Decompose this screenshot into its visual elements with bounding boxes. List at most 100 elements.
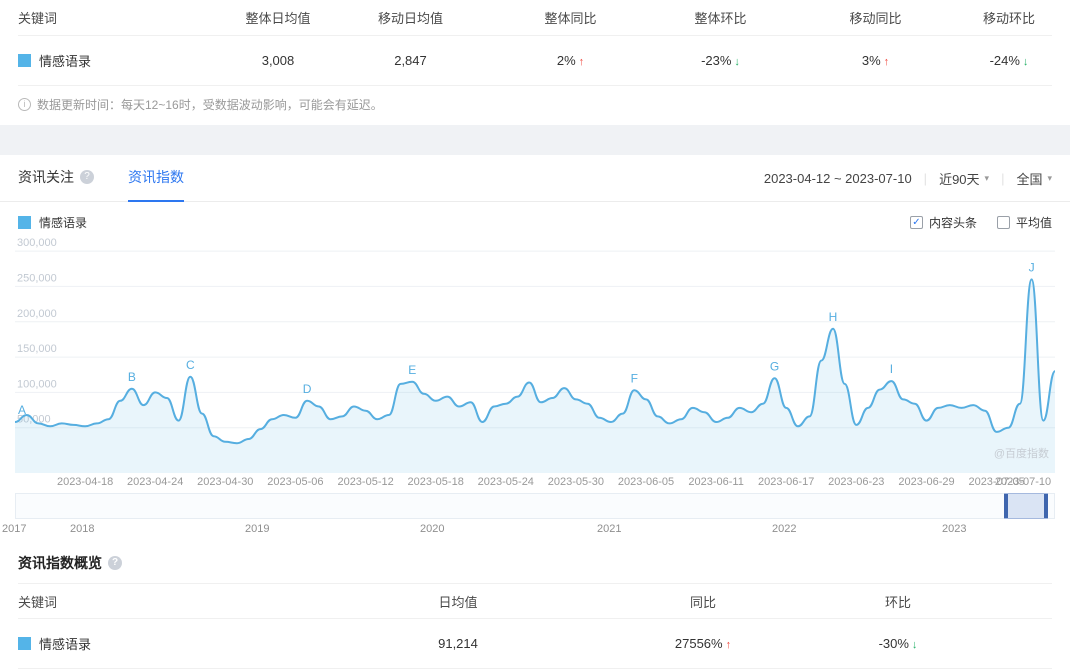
timeline-navigator[interactable] xyxy=(15,493,1055,519)
svg-text:I: I xyxy=(890,362,893,376)
year-label: 2018 xyxy=(70,523,95,535)
overview-title: 资讯指数概览 xyxy=(18,555,102,571)
svg-text:2023-04-18: 2023-04-18 xyxy=(57,476,113,488)
svg-text:A: A xyxy=(18,403,26,417)
svg-text:C: C xyxy=(186,358,195,372)
keyword-stats-table: 关键词 整体日均值 移动日均值 整体同比 整体环比 移动同比 移动环比 情感语录… xyxy=(0,0,1070,86)
note-text: 数据更新时间：每天12~16时，受数据波动影响，可能会有延迟。 xyxy=(37,98,383,112)
duration-dropdown[interactable]: 近90天 ▾ xyxy=(939,169,989,188)
divider: | xyxy=(1001,170,1005,186)
series-color-swatch-icon xyxy=(18,637,31,650)
chart-toolbar: 2023-04-12 ~ 2023-07-10 | 近90天 ▾ | 全国 ▾ xyxy=(764,169,1052,188)
year-label: 2022 xyxy=(772,523,797,535)
svg-text:D: D xyxy=(303,382,312,396)
col-daily-avg: 日均值 xyxy=(438,594,478,610)
col-overall-mom: 整体环比 xyxy=(694,11,747,26)
up-arrow-icon: ↑ xyxy=(883,56,890,68)
svg-text:2023-05-24: 2023-05-24 xyxy=(478,476,534,488)
daily-avg-value: 91,214 xyxy=(438,636,478,651)
navigator-left-handle[interactable] xyxy=(1004,494,1008,518)
tab-news-index[interactable]: 资讯指数 xyxy=(128,155,184,202)
svg-text:200,000: 200,000 xyxy=(17,308,57,320)
svg-text:J: J xyxy=(1029,260,1035,274)
year-label: 2017 xyxy=(2,523,27,535)
navigator-right-handle[interactable] xyxy=(1044,494,1048,518)
col-mobile-yoy: 移动同比 xyxy=(849,11,902,26)
svg-text:2023-06-23: 2023-06-23 xyxy=(828,476,884,488)
keyword-stats-row: 情感语录 3,008 2,847 2% ↑ -23% ↓ 3% ↑ -24% ↓ xyxy=(18,36,1052,86)
divider: | xyxy=(923,170,928,186)
year-label: 2019 xyxy=(245,523,270,535)
keyword-cell: 情感语录 xyxy=(18,634,338,653)
help-icon[interactable]: ? xyxy=(108,556,122,570)
col-overall-yoy: 整体同比 xyxy=(544,11,597,26)
svg-text:E: E xyxy=(408,363,416,377)
checkbox-average[interactable]: 平均值 xyxy=(996,214,1052,231)
section-separator xyxy=(0,125,1070,155)
overview-title-row: 资讯指数概览 ? xyxy=(0,539,1070,583)
svg-text:B: B xyxy=(128,370,136,384)
keyword-label: 情感语录 xyxy=(39,637,92,652)
trend-chart[interactable]: 50,000 100,000 150,000 200,000 250,000 300,00… xyxy=(15,237,1055,489)
svg-text:2023-06-11: 2023-06-11 xyxy=(688,476,743,488)
down-arrow-icon: ↓ xyxy=(911,639,918,651)
series-legend: 情感语录 xyxy=(18,214,87,231)
svg-text:2023-04-24: 2023-04-24 xyxy=(127,476,183,488)
svg-text:2023-07-10: 2023-07-10 xyxy=(995,476,1051,488)
down-arrow-icon: ↓ xyxy=(734,56,740,68)
help-icon[interactable]: ? xyxy=(80,170,94,184)
mom-value: -30% ↓ xyxy=(878,636,918,651)
col-mobile-daily-avg: 移动日均值 xyxy=(377,11,443,26)
svg-text:2023-05-18: 2023-05-18 xyxy=(408,476,464,488)
checkbox-content-headlines[interactable]: ✓ 内容头条 xyxy=(909,214,977,231)
timeline-years: 2017 2018 2019 2020 2021 2022 2023 xyxy=(0,519,1070,539)
chevron-down-icon: ▾ xyxy=(1047,172,1052,183)
up-arrow-icon: ↑ xyxy=(725,639,732,651)
svg-text:100,000: 100,000 xyxy=(17,378,57,390)
year-label: 2023 xyxy=(942,523,967,535)
series-color-swatch-icon xyxy=(18,54,31,67)
overview-table-header: 关键词 日均值 同比 环比 xyxy=(18,583,1052,619)
col-mobile-mom: 移动环比 xyxy=(982,11,1035,26)
svg-text:250,000: 250,000 xyxy=(17,272,57,284)
year-label: 2021 xyxy=(597,523,622,535)
overview-table: 关键词 日均值 同比 环比 情感语录 91,214 27556% ↑ -30% ↓ xyxy=(0,583,1070,669)
svg-text:300,000: 300,000 xyxy=(17,237,57,249)
legend-row: 情感语录 ✓ 内容头条 平均值 xyxy=(0,202,1070,235)
tab-news-attention[interactable]: 资讯关注 ? xyxy=(18,155,94,202)
overall-daily-avg-value: 3,008 xyxy=(261,53,295,68)
svg-text:2023-04-30: 2023-04-30 xyxy=(197,476,253,488)
mobile-mom-value: -24% ↓ xyxy=(989,53,1029,68)
col-keyword: 关键词 xyxy=(18,594,58,610)
down-arrow-icon: ↓ xyxy=(1022,56,1029,68)
timeline-selection[interactable] xyxy=(1004,493,1048,519)
col-keyword: 关键词 xyxy=(18,11,58,26)
year-label: 2020 xyxy=(420,523,445,535)
keyword-stats-header: 关键词 整体日均值 移动日均值 整体同比 整体环比 移动同比 移动环比 xyxy=(18,0,1052,36)
news-index-overview: 资讯指数概览 ? 关键词 日均值 同比 环比 情感语录 91,214 27556… xyxy=(0,539,1070,669)
date-range-label: 2023-04-12 ~ 2023-07-10 xyxy=(763,170,912,186)
svg-text:2023-06-17: 2023-06-17 xyxy=(758,476,814,488)
series-color-swatch-icon xyxy=(18,216,31,229)
info-icon: i xyxy=(18,98,31,111)
svg-text:150,000: 150,000 xyxy=(17,343,57,355)
keyword-label: 情感语录 xyxy=(39,54,92,69)
col-yoy: 同比 xyxy=(689,594,716,610)
series-legend-label: 情感语录 xyxy=(39,216,88,230)
svg-text:2023-05-12: 2023-05-12 xyxy=(337,476,393,488)
data-update-note: i 数据更新时间：每天12~16时，受数据波动影响，可能会有延迟。 xyxy=(0,86,1070,125)
chart-options: ✓ 内容头条 平均值 xyxy=(909,214,1052,231)
trend-chart-svg: 50,000100,000150,000200,000250,000300,00… xyxy=(15,237,1055,488)
mobile-yoy-value: 3% ↑ xyxy=(861,53,890,68)
svg-text:2023-06-29: 2023-06-29 xyxy=(898,476,954,488)
mobile-daily-avg-value: 2,847 xyxy=(394,53,427,68)
region-dropdown[interactable]: 全国 ▾ xyxy=(1016,169,1052,188)
yoy-value: 27556% ↑ xyxy=(674,636,732,651)
svg-text:G: G xyxy=(770,359,779,373)
svg-text:2023-05-30: 2023-05-30 xyxy=(548,476,604,488)
svg-text:2023-06-05: 2023-06-05 xyxy=(618,476,674,488)
col-mom: 环比 xyxy=(884,594,911,610)
news-index-panel: 资讯关注 ? 资讯指数 2023-04-12 ~ 2023-07-10 | 近9… xyxy=(0,155,1070,539)
keyword-cell: 情感语录 xyxy=(18,51,233,70)
overall-yoy-value: 2% ↑ xyxy=(556,53,585,68)
